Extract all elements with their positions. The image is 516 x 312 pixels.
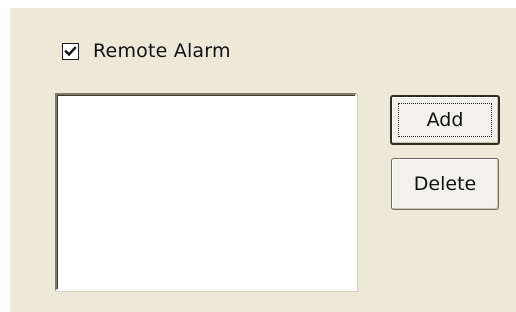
- checkmark-icon: [64, 45, 77, 56]
- checkbox-box[interactable]: [62, 42, 79, 60]
- remote-alarm-list[interactable]: [55, 93, 357, 291]
- add-button[interactable]: Add: [390, 95, 500, 145]
- remote-alarm-checkbox[interactable]: Remote Alarm: [62, 38, 231, 64]
- delete-button-label: Delete: [413, 173, 477, 195]
- remote-alarm-label[interactable]: Remote Alarm: [93, 40, 231, 62]
- delete-button[interactable]: Delete: [391, 158, 499, 210]
- add-button-label: Add: [426, 109, 464, 131]
